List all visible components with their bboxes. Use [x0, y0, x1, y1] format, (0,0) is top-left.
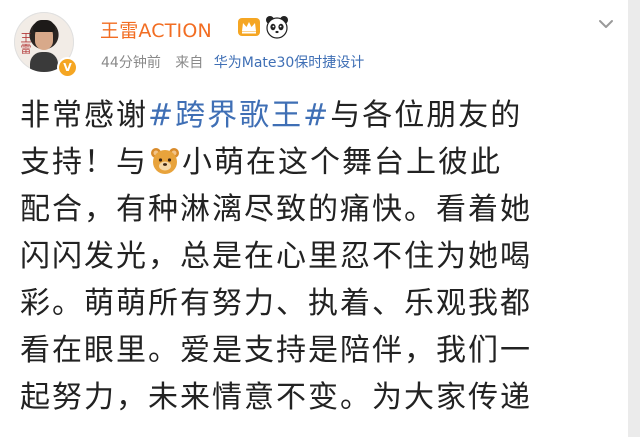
chevron-down-icon[interactable]: [598, 18, 614, 30]
post-text: 与各位朋友的: [330, 98, 523, 133]
post-time: 44分钟前: [101, 55, 161, 71]
post-line-2: 支持！与 小萌在这个舞台上彼此: [20, 139, 620, 186]
post-device-link[interactable]: 华为Mate30保时捷设计: [214, 55, 365, 71]
username[interactable]: 王雷ACTION: [100, 16, 212, 43]
post-text: 支持！与: [20, 145, 148, 180]
post-meta: 44分钟前 来自 华为Mate30保时捷设计: [101, 52, 364, 72]
post-line-7: 起努力，未来情意不变。为大家传递: [20, 380, 532, 415]
weibo-post-card: 王雷 V 王雷ACTION 44分钟前 来自 华为Mate30保时捷设计 非常感…: [0, 0, 640, 437]
crown-icon[interactable]: [237, 17, 261, 37]
post-source-label: 来自: [175, 55, 204, 71]
post-line-1: 非常感谢#跨界歌王#与各位朋友的: [20, 92, 620, 139]
panda-icon[interactable]: [265, 15, 289, 39]
hashtag-link[interactable]: #跨界歌王#: [148, 98, 330, 133]
post-text: 小萌在这个舞台上彼此: [182, 145, 502, 180]
avatar-hair: [33, 20, 55, 32]
post-line-4: 闪闪发光，总是在心里忍不住为她喝: [20, 239, 532, 274]
post-line-3: 配合，有种淋漓尽致的痛快。看着她: [20, 192, 532, 227]
post-line-5: 彩。萌萌所有努力、执着、乐观我都: [20, 286, 532, 321]
post-line-6: 看在眼里。爱是支持是陪伴，我们一: [20, 333, 532, 368]
verified-badge-icon: V: [57, 57, 78, 78]
avatar-poster-text: 王雷: [19, 32, 32, 54]
scrollbar-track[interactable]: [628, 0, 640, 437]
post-body: 非常感谢#跨界歌王#与各位朋友的 支持！与 小萌在这个舞台上彼此 配合，有种淋漓…: [20, 92, 620, 421]
avatar-shirt: [30, 52, 58, 72]
bear-face-icon: [151, 148, 179, 174]
post-text: 非常感谢: [20, 98, 148, 133]
